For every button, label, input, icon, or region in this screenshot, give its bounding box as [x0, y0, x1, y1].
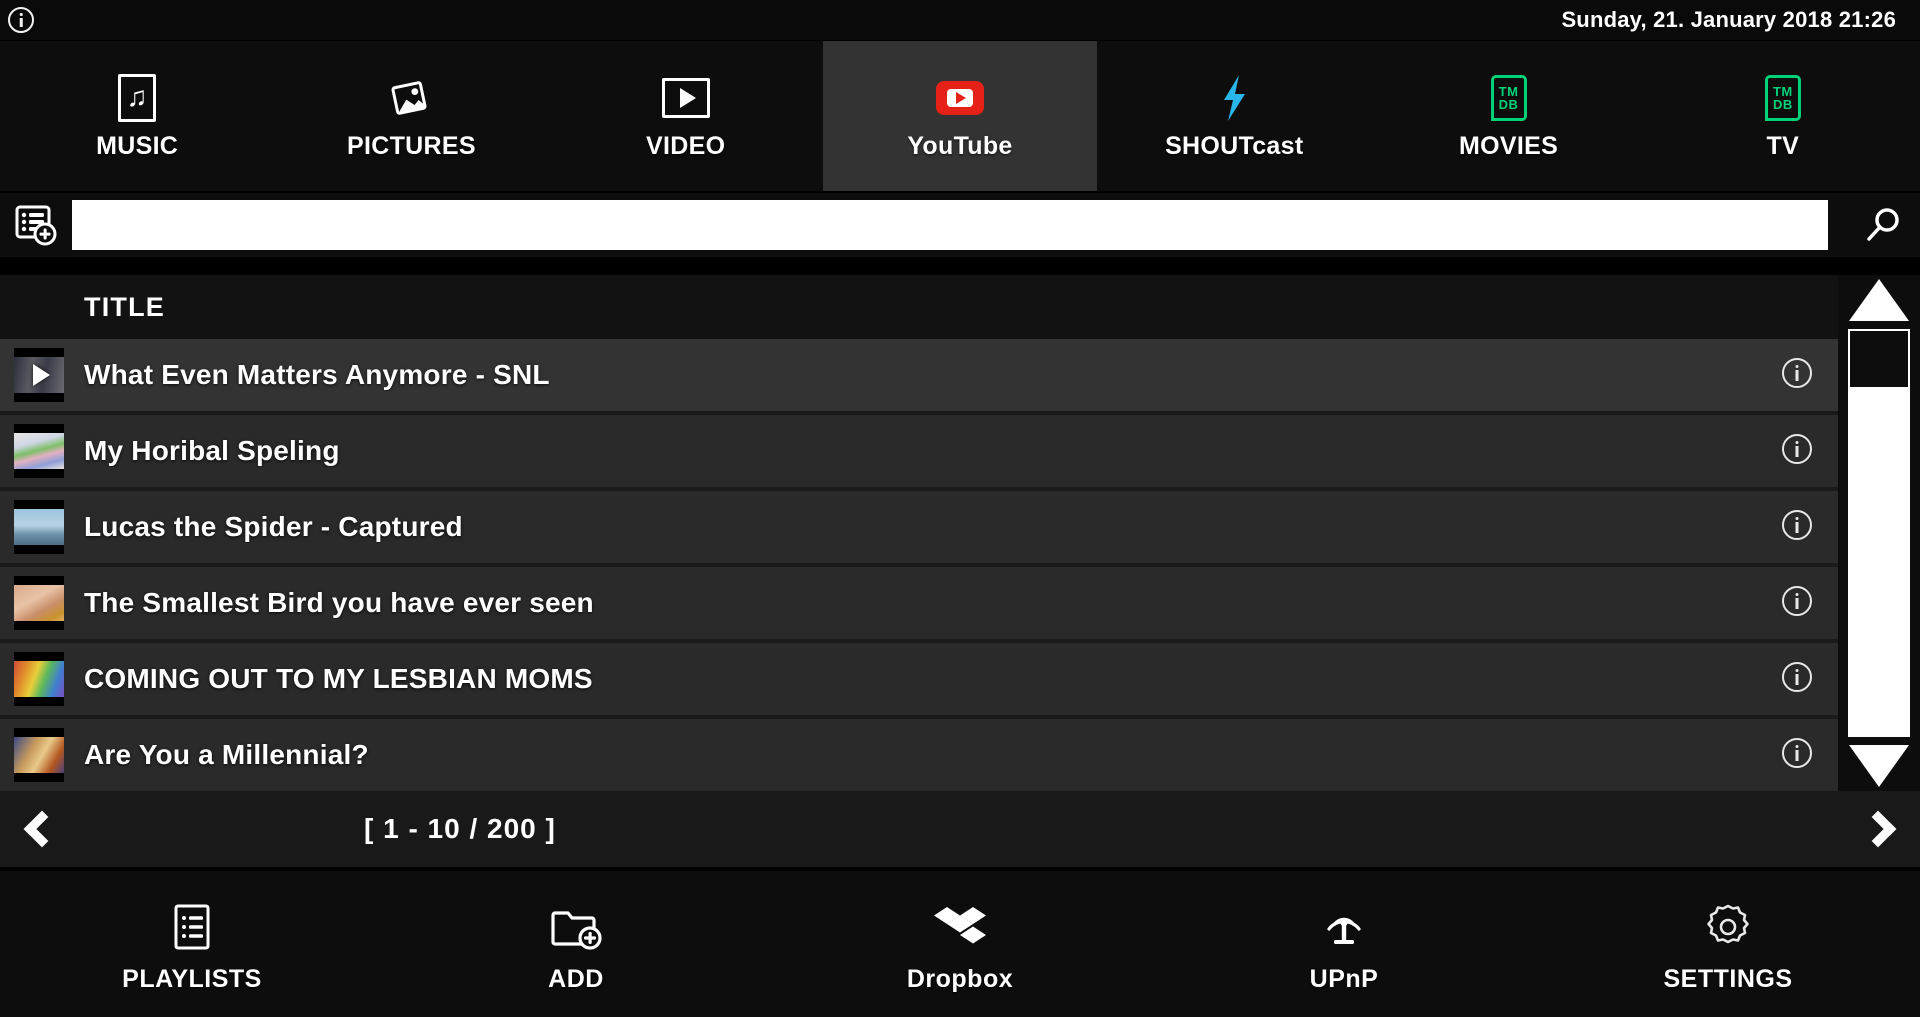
row-title: Lucas the Spider - Captured — [84, 511, 463, 542]
row-info-button[interactable] — [1782, 737, 1812, 773]
table-row[interactable]: Are You a Millennial? — [0, 719, 1838, 795]
play-overlay-icon — [33, 364, 50, 386]
row-info-button[interactable] — [1782, 509, 1812, 545]
info-icon — [1782, 737, 1812, 768]
info-icon — [1782, 509, 1812, 540]
gear-icon — [1703, 901, 1753, 953]
clock-label: Sunday, 21. January 2018 21:26 — [1561, 7, 1896, 32]
toolbar-item-playlists[interactable]: PLAYLISTS — [0, 871, 384, 1017]
toolbar-label-playlists: PLAYLISTS — [122, 964, 262, 993]
info-icon — [1782, 357, 1812, 388]
list-scrollbar[interactable] — [1838, 275, 1920, 791]
info-icon — [1782, 585, 1812, 616]
row-info-button[interactable] — [1782, 585, 1812, 621]
toolbar-item-upnp[interactable]: UPnP — [1152, 871, 1536, 1017]
video-thumbnail — [14, 500, 64, 554]
folder-add-icon — [550, 901, 602, 953]
row-info-button[interactable] — [1782, 357, 1812, 393]
tmdb-icon: TM DB — [1764, 72, 1801, 124]
list-column: TITLE What Even Matters Anymore - SNL My… — [0, 275, 1838, 795]
row-title: What Even Matters Anymore - SNL — [84, 359, 550, 390]
scrollbar-thumb[interactable] — [1850, 331, 1908, 387]
row-title: Are You a Millennial? — [84, 739, 369, 770]
video-thumbnail — [14, 652, 64, 706]
tab-pictures[interactable]: PICTURES — [274, 41, 549, 191]
tab-youtube[interactable]: YouTube — [822, 41, 1098, 191]
info-icon[interactable] — [8, 7, 34, 33]
table-row[interactable]: The Smallest Bird you have ever seen — [0, 567, 1838, 643]
toolbar-item-settings[interactable]: SETTINGS — [1536, 871, 1920, 1017]
tab-shoutcast[interactable]: SHOUTcast — [1097, 41, 1372, 191]
main-tab-bar: ♫ MUSIC PICTURES VIDEO YouTube SHOUTcast… — [0, 41, 1920, 191]
toolbar-item-add[interactable]: ADD — [384, 871, 768, 1017]
row-info-button[interactable] — [1782, 661, 1812, 697]
tab-tv[interactable]: TM DB TV — [1645, 41, 1920, 191]
photos-icon — [387, 72, 435, 124]
scroll-down-arrow-icon[interactable] — [1838, 745, 1920, 787]
youtube-icon — [935, 72, 984, 124]
tab-label-tv: TV — [1766, 131, 1800, 160]
tab-movies[interactable]: TM DB MOVIES — [1371, 41, 1646, 191]
dropbox-icon — [933, 901, 987, 953]
video-thumbnail — [14, 348, 64, 402]
tab-label-shoutcast: SHOUTcast — [1165, 131, 1304, 160]
search-bar — [0, 193, 1920, 257]
lightning-icon — [1214, 72, 1254, 124]
toolbar-label-add: ADD — [548, 964, 604, 993]
playlist-add-icon[interactable] — [0, 193, 72, 257]
tab-video[interactable]: VIDEO — [548, 41, 823, 191]
broadcast-antenna-icon — [1319, 901, 1369, 953]
video-thumbnail — [14, 424, 64, 478]
search-input[interactable] — [72, 200, 1828, 250]
video-thumbnail — [14, 728, 64, 782]
pagination-range-label: [ 1 - 10 / 200 ] — [364, 813, 556, 844]
chevron-right-icon[interactable] — [1836, 810, 1920, 848]
video-thumbnail — [14, 576, 64, 630]
table-row[interactable]: Lucas the Spider - Captured — [0, 491, 1838, 567]
scroll-up-arrow-icon[interactable] — [1838, 279, 1920, 321]
scrollbar-track[interactable] — [1848, 329, 1910, 737]
info-icon — [1782, 433, 1812, 464]
pagination-bar: [ 1 - 10 / 200 ] — [0, 791, 1920, 867]
row-title: The Smallest Bird you have ever seen — [84, 587, 594, 618]
search-icon[interactable] — [1846, 193, 1920, 257]
row-info-button[interactable] — [1782, 433, 1812, 469]
tab-music[interactable]: ♫ MUSIC — [0, 41, 275, 191]
chevron-left-icon[interactable] — [0, 810, 84, 848]
playlist-document-icon — [169, 901, 215, 953]
row-title: My Horibal Speling — [84, 435, 340, 466]
toolbar-label-upnp: UPnP — [1309, 964, 1379, 993]
toolbar-label-dropbox: Dropbox — [906, 964, 1014, 993]
tab-label-youtube: YouTube — [907, 131, 1013, 160]
tab-label-movies: MOVIES — [1459, 131, 1559, 160]
info-icon — [1782, 661, 1812, 692]
tab-label-music: MUSIC — [96, 131, 179, 160]
row-title: COMING OUT TO MY LESBIAN MOMS — [84, 663, 593, 694]
tab-label-pictures: PICTURES — [347, 131, 476, 160]
toolbar-item-dropbox[interactable]: Dropbox — [768, 871, 1152, 1017]
table-row[interactable]: My Horibal Speling — [0, 415, 1838, 491]
toolbar-label-settings: SETTINGS — [1663, 964, 1793, 993]
table-row[interactable]: COMING OUT TO MY LESBIAN MOMS — [0, 643, 1838, 719]
list-rows: What Even Matters Anymore - SNL My Horib… — [0, 339, 1838, 795]
tab-label-video: VIDEO — [646, 131, 726, 160]
status-bar: Sunday, 21. January 2018 21:26 — [0, 0, 1920, 40]
content-list-area: TITLE What Even Matters Anymore - SNL My… — [0, 275, 1920, 795]
tmdb-icon: TM DB — [1490, 72, 1527, 124]
music-note-icon: ♫ — [118, 72, 157, 124]
column-header-title: TITLE — [84, 291, 165, 322]
video-play-icon — [661, 72, 710, 124]
table-row[interactable]: What Even Matters Anymore - SNL — [0, 339, 1838, 415]
list-header: TITLE — [0, 275, 1838, 339]
bottom-toolbar: PLAYLISTS ADD Dropbox UPnP SETTINGS — [0, 871, 1920, 1017]
youtube-browser-app: Sunday, 21. January 2018 21:26 ♫ MUSIC P… — [0, 0, 1920, 1017]
